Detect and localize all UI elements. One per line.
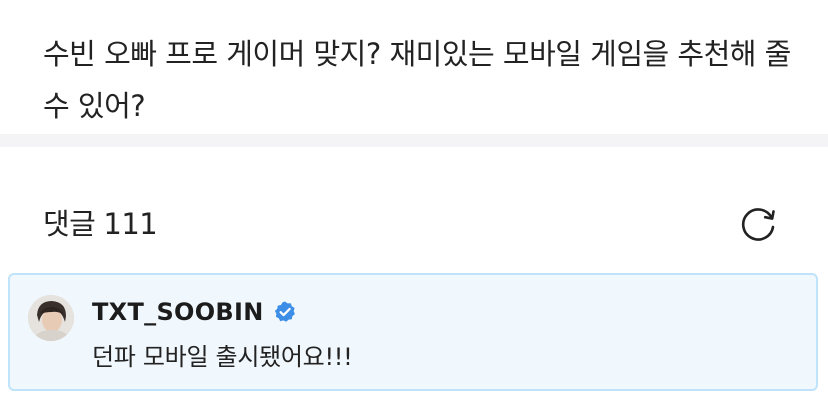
section-divider — [0, 134, 828, 147]
verified-badge-icon — [274, 301, 295, 322]
comments-label: 댓글 — [43, 207, 96, 241]
pinned-reply-card: TXT_SOOBIN 던파 모바일 출시됐어요!!! — [8, 273, 818, 391]
author-name[interactable]: TXT_SOOBIN — [92, 298, 264, 326]
comments-count: 111 — [103, 207, 158, 241]
avatar[interactable] — [28, 295, 74, 341]
refresh-icon — [741, 208, 775, 241]
comments-header: 댓글 111 — [0, 147, 828, 273]
refresh-button[interactable] — [738, 203, 780, 245]
post-body: 수빈 오빠 프로 게이머 맞지? 재미있는 모바일 게임을 추천해 줄 수 있어… — [0, 0, 828, 134]
comments-title: 댓글 111 — [43, 206, 158, 242]
comment-text: 던파 모바일 출시됐어요!!! — [92, 343, 353, 371]
post-text: 수빈 오빠 프로 게이머 맞지? 재미있는 모바일 게임을 추천해 줄 수 있어… — [43, 37, 791, 123]
avatar-image — [28, 295, 74, 341]
author-row: TXT_SOOBIN — [92, 295, 297, 329]
